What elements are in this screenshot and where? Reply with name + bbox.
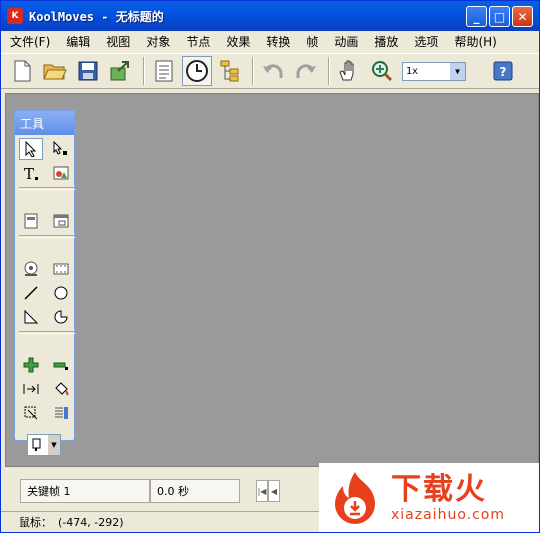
menu-node[interactable]: 节点 xyxy=(181,33,215,50)
menu-play[interactable]: 播放 xyxy=(369,33,403,50)
paint-bucket-icon[interactable] xyxy=(49,378,73,400)
open-folder-icon[interactable] xyxy=(40,56,70,86)
svg-text:?: ? xyxy=(500,65,507,79)
subselect-tool-icon[interactable] xyxy=(49,138,73,160)
remove-point-icon[interactable] xyxy=(49,354,73,376)
image-tool-icon[interactable] xyxy=(49,162,73,184)
mouse-label: 鼠标： xyxy=(19,516,52,529)
tool-separator xyxy=(19,235,75,238)
keyframe-field[interactable]: 关键帧 1 xyxy=(20,479,150,503)
save-disk-icon[interactable] xyxy=(73,56,103,86)
tool-options-dropdown[interactable]: ▼ xyxy=(27,434,61,456)
new-file-icon[interactable] xyxy=(7,56,37,86)
redo-icon[interactable] xyxy=(291,56,321,86)
timeline-scrubber[interactable]: |◀ ◀ xyxy=(256,479,286,503)
chevron-down-icon[interactable]: ▼ xyxy=(48,435,60,455)
toolbar-separator xyxy=(252,57,254,85)
hand-icon[interactable] xyxy=(334,56,364,86)
watermark-title: 下载火 xyxy=(391,471,487,507)
menu-transform[interactable]: 转换 xyxy=(261,33,295,50)
menu-view[interactable]: 视图 xyxy=(101,33,135,50)
ellipse-tool-icon[interactable] xyxy=(49,282,73,304)
zoom-dropdown[interactable]: 1x ▼ xyxy=(402,61,466,81)
first-frame-icon[interactable]: |◀ xyxy=(256,480,268,502)
align-tool-icon[interactable] xyxy=(49,402,73,424)
chevron-down-icon[interactable]: ▼ xyxy=(450,62,465,80)
maximize-button[interactable]: □ xyxy=(489,6,510,27)
transform-tool-icon[interactable] xyxy=(19,402,43,424)
help-icon[interactable]: ? xyxy=(488,56,518,86)
hierarchy-icon[interactable] xyxy=(215,56,245,86)
svg-text:T: T xyxy=(24,165,34,181)
menu-bar: 文件(F) 编辑 视图 对象 节点 效果 转换 帧 动画 播放 选项 帮助(H) xyxy=(1,31,539,51)
zoom-in-icon[interactable] xyxy=(367,56,397,86)
title-bar[interactable]: K KoolMoves - 无标题的 _ □ ✕ xyxy=(1,1,539,31)
zoom-value: 1x xyxy=(406,65,419,77)
add-point-icon[interactable] xyxy=(19,354,43,376)
tools-panel: 工具 T ▼ xyxy=(13,109,76,456)
menu-options[interactable]: 选项 xyxy=(409,33,443,50)
menu-file[interactable]: 文件(F) xyxy=(5,33,55,50)
menu-help[interactable]: 帮助(H) xyxy=(449,33,501,50)
toolbar-separator xyxy=(328,57,330,85)
move-points-icon[interactable] xyxy=(19,378,43,400)
tool-separator xyxy=(19,187,75,190)
polygon-tool-icon[interactable] xyxy=(19,306,43,328)
arrow-tool-icon[interactable] xyxy=(19,138,43,160)
tools-panel-title[interactable]: 工具 xyxy=(15,111,74,135)
close-button[interactable]: ✕ xyxy=(512,6,533,27)
flame-logo-icon xyxy=(325,468,385,528)
minimize-button[interactable]: _ xyxy=(466,6,487,27)
menu-object[interactable]: 对象 xyxy=(141,33,175,50)
mouse-coords: (-474, -292) xyxy=(58,515,124,529)
watermark-logo: 下载火 xiazaihuo.com xyxy=(319,463,539,532)
properties-icon[interactable] xyxy=(149,56,179,86)
text-tool-icon[interactable]: T xyxy=(19,162,43,184)
menu-edit[interactable]: 编辑 xyxy=(61,33,95,50)
video-tool-icon[interactable] xyxy=(49,258,73,280)
time-field[interactable]: 0.0 秒 xyxy=(150,479,240,503)
tool-separator xyxy=(19,331,75,334)
export-icon[interactable] xyxy=(106,56,136,86)
window-title: KoolMoves - 无标题的 xyxy=(29,9,164,24)
main-toolbar: 1x ▼ ? xyxy=(1,53,539,89)
undo-icon[interactable] xyxy=(258,56,288,86)
stage-canvas[interactable] xyxy=(5,93,539,467)
frame-object-icon[interactable] xyxy=(19,210,43,232)
clock-icon[interactable] xyxy=(182,56,212,86)
watermark-url: xiazaihuo.com xyxy=(391,506,505,523)
frame-window-icon[interactable] xyxy=(49,210,73,232)
menu-frame[interactable]: 帧 xyxy=(301,33,323,50)
app-icon[interactable]: K xyxy=(7,8,23,24)
prev-frame-icon[interactable]: ◀ xyxy=(268,480,280,502)
line-tool-icon[interactable] xyxy=(19,282,43,304)
brush-icon xyxy=(32,438,41,451)
curve-shape-icon[interactable] xyxy=(49,306,73,328)
toolbar-separator xyxy=(143,57,145,85)
menu-animation[interactable]: 动画 xyxy=(329,33,363,50)
sound-tool-icon[interactable] xyxy=(19,258,43,280)
menu-effects[interactable]: 效果 xyxy=(221,33,255,50)
app-window: K KoolMoves - 无标题的 _ □ ✕ 文件(F) 编辑 视图 对象 … xyxy=(0,0,540,533)
